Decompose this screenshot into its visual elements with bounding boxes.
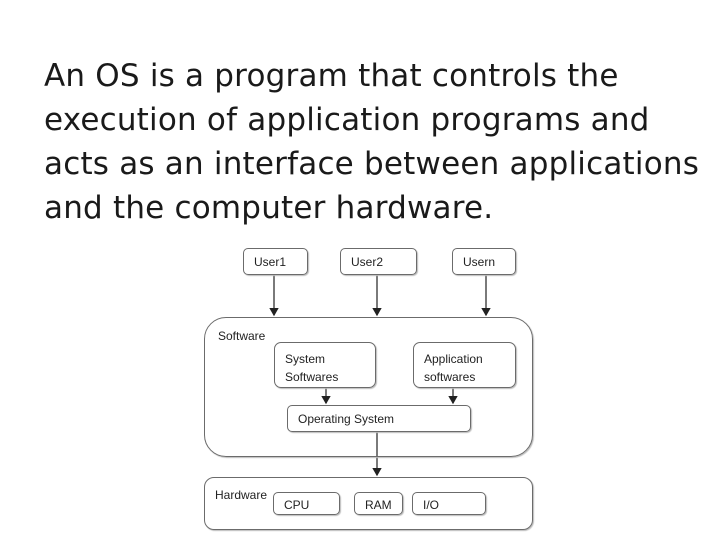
ram-label: RAM	[365, 498, 392, 512]
application-label-2: softwares	[424, 370, 476, 384]
system-label-1: System	[285, 352, 326, 366]
software-label: Software	[218, 329, 266, 343]
user2-box: User2	[340, 248, 417, 275]
system-softwares-text: System Softwares	[285, 350, 338, 386]
ram-box: RAM	[354, 492, 403, 515]
system-label-2: Softwares	[285, 370, 339, 384]
usern-box: Usern	[452, 248, 516, 275]
io-box: I/O	[412, 492, 486, 515]
application-label-1: Application	[424, 352, 483, 366]
cpu-label: CPU	[284, 498, 310, 512]
operating-system-box: Operating System	[287, 405, 471, 432]
application-softwares-text: Application softwares	[424, 350, 483, 386]
user2-label: User2	[351, 255, 384, 269]
usern-label: Usern	[463, 255, 496, 269]
os-label: Operating System	[298, 412, 395, 426]
user1-label: User1	[254, 255, 287, 269]
user1-box: User1	[243, 248, 308, 275]
system-softwares-box: System Softwares	[274, 342, 376, 388]
hardware-label: Hardware	[215, 488, 268, 502]
io-label: I/O	[423, 498, 440, 512]
cpu-box: CPU	[273, 492, 340, 515]
application-softwares-box: Application softwares	[413, 342, 516, 388]
